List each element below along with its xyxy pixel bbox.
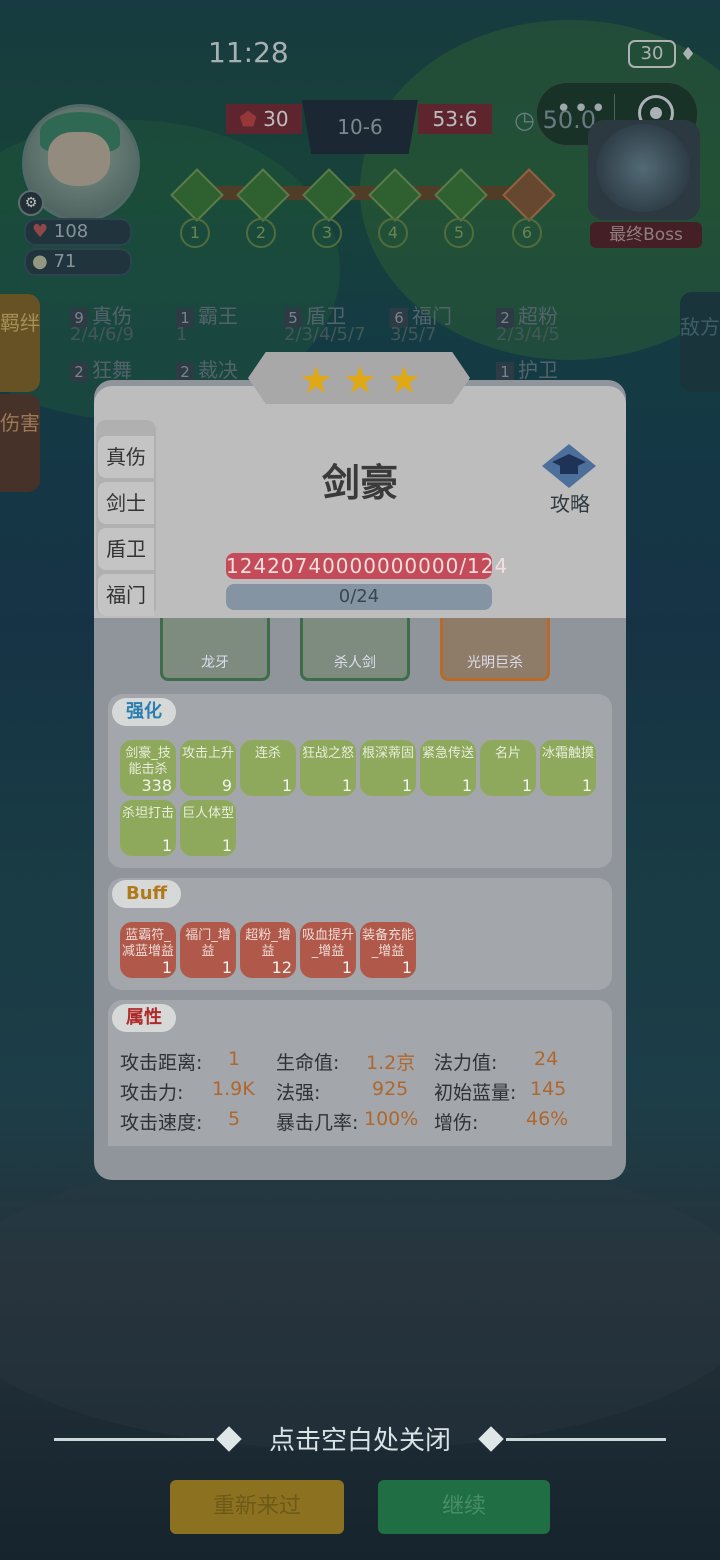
star-icon: ★ [342, 358, 378, 402]
attr-label: 增伤: [434, 1112, 479, 1134]
strengthen-chip[interactable]: 巨人体型 1 [180, 800, 236, 856]
attr-value: 925 [372, 1078, 409, 1100]
equipment-card[interactable]: 光明巨杀 [440, 618, 550, 681]
attributes-tag: 属性 [112, 1004, 176, 1032]
attr-value: 24 [534, 1048, 559, 1070]
strengthen-chip[interactable]: 杀坦打击 1 [120, 800, 176, 856]
equipment-card[interactable]: 杀人剑 [300, 618, 410, 681]
exp-bar: 12420740000000000/124 [226, 553, 509, 579]
attr-value: 5 [228, 1108, 241, 1130]
star-icon: ★ [298, 358, 334, 402]
equipment-name: 杀人剑 [334, 655, 376, 671]
hint-divider-right [506, 1438, 666, 1441]
strengthen-chip[interactable]: 冰霜触摸 1 [540, 740, 596, 796]
attr-label: 攻击力: [120, 1082, 184, 1104]
progress-bar: 0/24 [226, 584, 492, 610]
attr-label: 生命值: [276, 1052, 340, 1074]
buff-chip[interactable]: 福门_增益 1 [180, 922, 236, 978]
guide-label[interactable]: 攻略 [540, 488, 600, 517]
buff-chip[interactable]: 吸血提升_增益 1 [300, 922, 356, 978]
strengthen-chip[interactable]: 剑豪_技能击杀 338 [120, 740, 176, 796]
attr-label: 法强: [276, 1082, 321, 1104]
buff-chip[interactable]: 装备充能_增益 1 [360, 922, 416, 978]
strengthen-chip[interactable]: 根深蒂固 1 [360, 740, 416, 796]
bond-tab[interactable]: 剑士 [98, 482, 154, 524]
strengthen-chip[interactable]: 狂战之怒 1 [300, 740, 356, 796]
attr-value: 100% [364, 1108, 419, 1130]
attr-label: 初始蓝量: [434, 1082, 517, 1104]
attr-value: 46% [526, 1108, 569, 1130]
buff-chip[interactable]: 超粉_增益 12 [240, 922, 296, 978]
strengthen-chip[interactable]: 紧急传送 1 [420, 740, 476, 796]
equipment-name: 龙牙 [201, 655, 229, 671]
attr-label: 攻击距离: [120, 1052, 203, 1074]
strengthen-chip[interactable]: 攻击上升 9 [180, 740, 236, 796]
bond-tab[interactable]: 盾卫 [98, 528, 154, 570]
strengthen-tag: 强化 [112, 698, 176, 726]
strengthen-chip[interactable]: 连杀 1 [240, 740, 296, 796]
continue-button[interactable]: 继续 [378, 1480, 550, 1534]
attr-value: 1.2京 [366, 1052, 416, 1074]
attr-value: 145 [530, 1078, 567, 1100]
attr-label: 法力值: [434, 1052, 498, 1074]
retry-button[interactable]: 重新来过 [170, 1480, 344, 1534]
graduation-cap-icon[interactable] [538, 440, 600, 494]
equipment-name: 光明巨杀 [467, 655, 523, 671]
equipment-card[interactable]: 龙牙 [160, 618, 270, 681]
hero-name: 剑豪 [321, 461, 398, 505]
strengthen-chip[interactable]: 名片 1 [480, 740, 536, 796]
attr-value: 1.9K [212, 1078, 255, 1100]
bond-tab[interactable]: 福门 [98, 574, 154, 616]
attr-label: 暴击几率: [276, 1112, 359, 1134]
star-icon: ★ [386, 358, 422, 402]
buff-tag: Buff [112, 880, 182, 908]
attr-label: 攻击速度: [120, 1112, 203, 1134]
buff-chip[interactable]: 蓝霸符_减蓝增益 1 [120, 922, 176, 978]
bond-tab[interactable]: 真伤 [98, 436, 154, 478]
attr-value: 1 [228, 1048, 241, 1070]
